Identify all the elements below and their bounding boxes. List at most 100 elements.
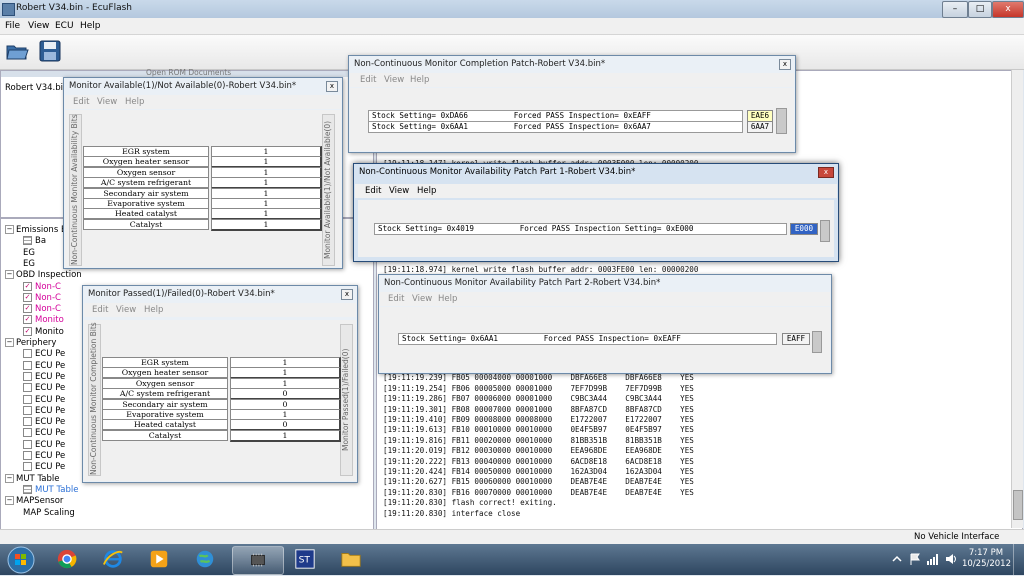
- menu-help[interactable]: Help: [438, 294, 457, 304]
- menu-file[interactable]: File: [5, 21, 20, 31]
- monitor-value-cell[interactable]: 1: [211, 218, 322, 231]
- maximize-button[interactable]: □: [968, 1, 992, 18]
- tree-item[interactable]: ECU Pe: [23, 462, 65, 473]
- close-icon[interactable]: x: [341, 289, 353, 300]
- checkbox[interactable]: [23, 394, 32, 404]
- rom-document-item[interactable]: Robert V34.bin: [5, 83, 68, 93]
- tree-item[interactable]: ECU Pe: [23, 360, 65, 372]
- volume-icon[interactable]: [944, 552, 958, 566]
- taskbar-network[interactable]: [184, 546, 226, 573]
- tree-item[interactable]: ECU Pe: [23, 349, 65, 360]
- tree-group[interactable]: − MUT Table: [5, 473, 59, 485]
- tree-item[interactable]: ✓ Monito: [23, 315, 64, 326]
- close-icon[interactable]: x: [326, 81, 338, 92]
- checkbox[interactable]: [23, 349, 32, 359]
- save-disk-icon[interactable]: [38, 39, 62, 63]
- window-title: Non-Continuous Monitor Availability Patc…: [384, 278, 661, 288]
- menu-edit[interactable]: Edit: [365, 186, 381, 196]
- scroll-thumb[interactable]: [1013, 490, 1023, 520]
- collapse-icon[interactable]: −: [5, 496, 14, 506]
- checkbox[interactable]: ✓: [23, 326, 32, 336]
- hex-value-cell[interactable]: E000: [790, 223, 818, 235]
- checkbox[interactable]: [23, 371, 32, 381]
- menu-ecu[interactable]: ECU: [55, 21, 74, 31]
- tree-item[interactable]: ✓ Non-C: [23, 281, 61, 293]
- hex-value-cell[interactable]: 6AA7: [747, 121, 773, 133]
- menu-help[interactable]: Help: [125, 97, 144, 107]
- menu-view[interactable]: View: [384, 75, 404, 85]
- tree-item[interactable]: ECU Pe: [23, 394, 65, 406]
- action-center-flag-icon[interactable]: [908, 552, 922, 566]
- checkbox[interactable]: ✓: [23, 315, 32, 325]
- show-desktop-button[interactable]: [1013, 544, 1024, 575]
- hex-value-cell[interactable]: EAFF: [782, 333, 810, 345]
- close-icon[interactable]: x: [818, 167, 834, 178]
- menu-help[interactable]: Help: [410, 75, 429, 85]
- tree-group[interactable]: − MAPSensor: [5, 496, 63, 507]
- taskbar-app-st[interactable]: ST: [284, 546, 326, 573]
- collapse-icon[interactable]: −: [5, 225, 14, 234]
- taskbar-ecuflash[interactable]: [232, 546, 284, 575]
- tree-item[interactable]: MAP Scaling: [23, 508, 75, 519]
- menu-view[interactable]: View: [116, 305, 136, 315]
- taskbar-media-player[interactable]: [138, 546, 180, 573]
- menu-view[interactable]: View: [97, 97, 117, 107]
- tree-group[interactable]: − Periphery: [5, 338, 56, 349]
- close-icon[interactable]: x: [779, 59, 791, 70]
- checkbox[interactable]: ✓: [23, 281, 32, 291]
- menu-view[interactable]: View: [412, 294, 432, 304]
- minimize-button[interactable]: –: [942, 1, 968, 18]
- checkbox[interactable]: [23, 451, 32, 460]
- network-signal-icon[interactable]: [926, 552, 940, 566]
- taskbar-explorer[interactable]: [330, 546, 372, 573]
- tree-item[interactable]: Ba: [23, 236, 46, 247]
- checkbox[interactable]: ✓: [23, 292, 32, 302]
- menu-view[interactable]: View: [389, 186, 409, 196]
- collapse-icon[interactable]: −: [5, 338, 14, 347]
- tree-item[interactable]: MUT Table: [23, 484, 78, 496]
- menu-edit[interactable]: Edit: [360, 75, 376, 85]
- tree-item[interactable]: ✓ Non-C: [23, 292, 61, 304]
- checkbox[interactable]: [23, 417, 32, 427]
- checkbox[interactable]: [23, 360, 32, 370]
- setting-line: Stock Setting= 0x6AA1 Forced PASS Inspec…: [398, 333, 777, 345]
- tree-item[interactable]: EG: [23, 259, 35, 270]
- tree-item-label: Non-C: [35, 281, 61, 292]
- menu-edit[interactable]: Edit: [92, 305, 108, 315]
- taskbar-chrome[interactable]: [46, 546, 88, 573]
- tray-expand-icon[interactable]: [892, 554, 902, 564]
- tree-item[interactable]: ECU Pe: [23, 451, 65, 462]
- monitor-value-cell[interactable]: 1: [230, 429, 341, 442]
- collapse-icon[interactable]: −: [5, 270, 14, 280]
- menu-help[interactable]: Help: [417, 186, 436, 196]
- tree-item[interactable]: ECU Pe: [23, 428, 65, 439]
- checkbox[interactable]: [23, 405, 32, 415]
- menu-edit[interactable]: Edit: [73, 97, 89, 107]
- checkbox[interactable]: [23, 439, 32, 449]
- log-scrollbar[interactable]: [1011, 70, 1023, 528]
- window-title: Monitor Passed(1)/Failed(0)-Robert V34.b…: [88, 289, 275, 299]
- checkbox[interactable]: [23, 462, 32, 472]
- tree-item[interactable]: ECU Pe: [23, 417, 65, 428]
- menu-help[interactable]: Help: [80, 21, 101, 31]
- tree-item[interactable]: ECU Pe: [23, 439, 65, 451]
- tree-item[interactable]: ECU Pe: [23, 371, 65, 383]
- menu-view[interactable]: View: [28, 21, 49, 31]
- system-clock[interactable]: 7:17 PM 10/25/2012: [962, 548, 1011, 570]
- tree-item[interactable]: EG: [23, 248, 35, 259]
- tree-item[interactable]: ECU Pe: [23, 405, 65, 417]
- start-orb-icon[interactable]: [6, 545, 36, 575]
- checkbox[interactable]: [23, 383, 32, 393]
- tree-item[interactable]: ✓ Monito: [23, 326, 64, 338]
- open-folder-icon[interactable]: [5, 39, 29, 63]
- tree-group[interactable]: − OBD Inspection: [5, 270, 82, 281]
- tree-item[interactable]: ✓ Non-C: [23, 304, 61, 315]
- checkbox[interactable]: [23, 428, 32, 438]
- checkbox[interactable]: ✓: [23, 304, 32, 314]
- collapse-icon[interactable]: −: [5, 473, 14, 483]
- tree-item[interactable]: ECU Pe: [23, 383, 65, 394]
- taskbar-ie[interactable]: [92, 546, 134, 573]
- menu-help[interactable]: Help: [144, 305, 163, 315]
- menu-edit[interactable]: Edit: [388, 294, 404, 304]
- close-button[interactable]: x: [992, 1, 1024, 18]
